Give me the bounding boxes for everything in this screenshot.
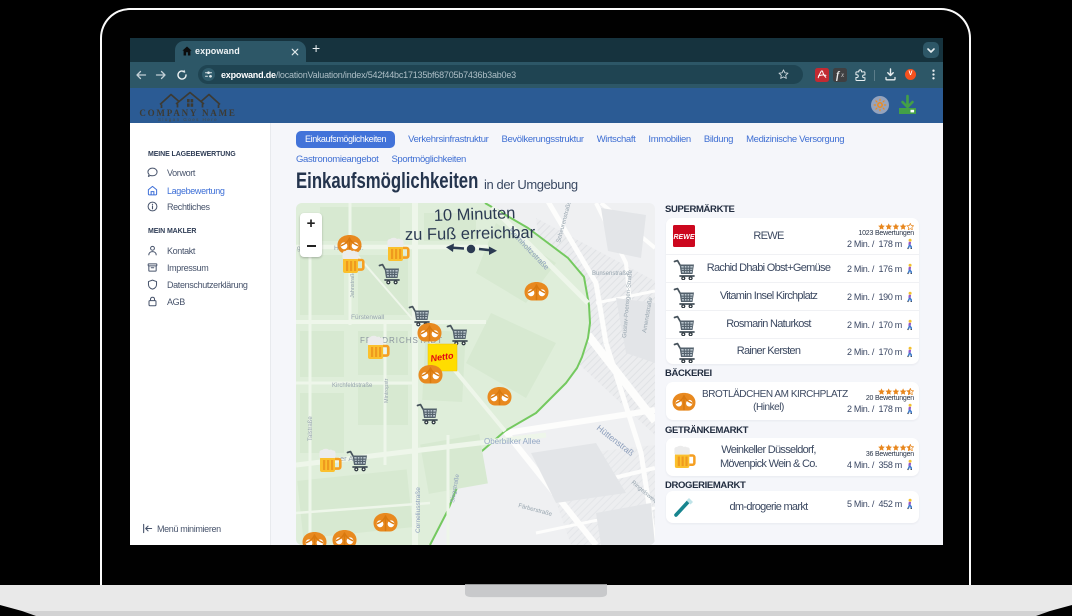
svg-text:Mintropstr: Mintropstr — [384, 378, 390, 403]
svg-text:Kirchfeldstraße: Kirchfeldstraße — [332, 383, 373, 389]
svg-text:Corneliusstraße: Corneliusstraße — [415, 487, 422, 533]
svg-text:Fürstenwall: Fürstenwall — [351, 314, 385, 321]
svg-text:Jahnstraße: Jahnstraße — [350, 270, 356, 298]
svg-text:Oberbilker Allee: Oberbilker Allee — [484, 437, 541, 446]
svg-text:Talstraße: Talstraße — [308, 416, 314, 441]
svg-text:REWE: REWE — [674, 234, 695, 241]
svg-text:Bunsenstraße: Bunsenstraße — [592, 271, 630, 277]
svg-text:zu Fuß erreichbar: zu Fuß erreichbar — [405, 224, 536, 244]
svg-text:10 Minuten: 10 Minuten — [434, 204, 516, 225]
